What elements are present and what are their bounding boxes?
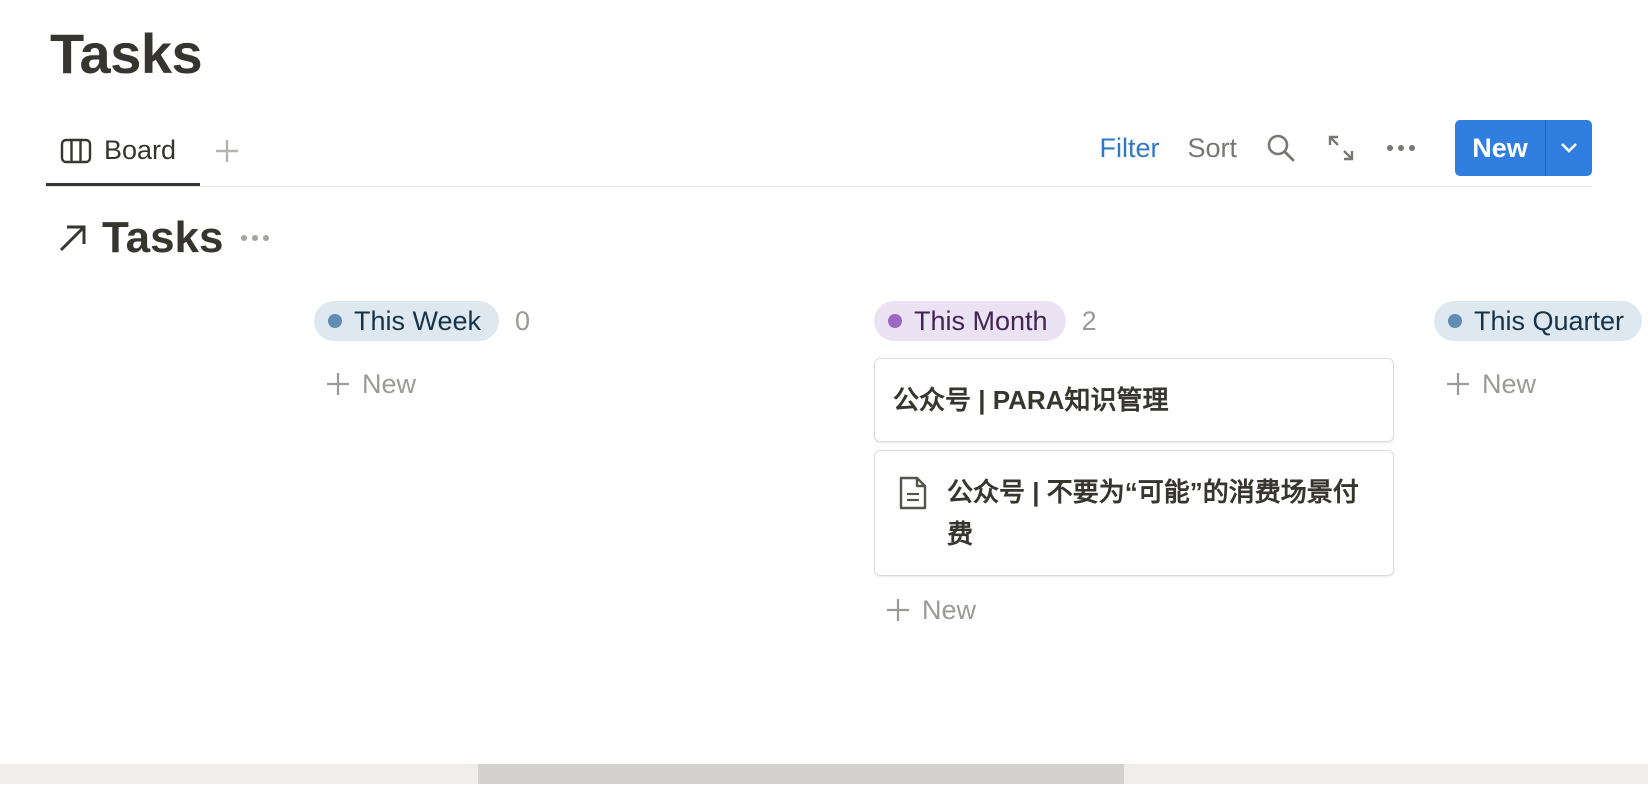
status-pill[interactable]: This Month bbox=[874, 301, 1066, 341]
column-header: This Month 2 bbox=[874, 300, 1394, 342]
board-card[interactable]: 公众号 | PARA知识管理 bbox=[874, 358, 1394, 442]
plus-icon bbox=[327, 373, 349, 395]
expand-button[interactable] bbox=[1325, 132, 1357, 164]
view-toolbar: Filter Sort New bbox=[1099, 120, 1592, 176]
sort-button[interactable]: Sort bbox=[1187, 133, 1237, 164]
status-pill[interactable]: This Quarter bbox=[1434, 301, 1643, 341]
new-button-group: New bbox=[1455, 120, 1592, 176]
column-label: This Quarter bbox=[1474, 305, 1625, 336]
new-dropdown-button[interactable] bbox=[1545, 120, 1592, 176]
column-label: This Month bbox=[914, 305, 1048, 336]
plus-icon bbox=[1447, 373, 1469, 395]
status-pill[interactable]: This Week bbox=[314, 301, 500, 341]
status-dot bbox=[328, 314, 342, 328]
linked-database-more-button[interactable] bbox=[240, 228, 274, 248]
plus-icon bbox=[887, 599, 909, 621]
chevron-down-icon bbox=[1561, 143, 1577, 153]
search-button[interactable] bbox=[1265, 132, 1297, 164]
board-column-this-quarter: This Quarter New bbox=[1434, 300, 1648, 404]
new-card-button[interactable]: New bbox=[1434, 364, 1648, 404]
new-card-label: New bbox=[362, 368, 417, 399]
tab-board[interactable]: Board bbox=[46, 118, 200, 186]
horizontal-scrollbar[interactable] bbox=[0, 764, 1648, 784]
column-header: This Quarter bbox=[1434, 300, 1648, 342]
more-horizontal-icon bbox=[1387, 145, 1415, 151]
page-title: Tasks bbox=[50, 22, 203, 85]
card-list: 公众号 | PARA知识管理 公众号 | 不要为“可能”的消费场景付费 bbox=[874, 358, 1394, 576]
add-view-button[interactable] bbox=[210, 134, 244, 168]
document-icon bbox=[899, 476, 927, 510]
scrollbar-thumb[interactable] bbox=[478, 764, 1124, 784]
linked-database-title[interactable]: Tasks bbox=[102, 213, 224, 263]
search-icon bbox=[1267, 134, 1295, 162]
tab-board-label: Board bbox=[104, 135, 177, 165]
board-column-this-month: This Month 2 公众号 | PARA知识管理 公众号 | 不要为“可能… bbox=[874, 300, 1394, 630]
column-header: This Week 0 bbox=[314, 300, 530, 342]
new-card-button[interactable]: New bbox=[874, 590, 1394, 630]
column-label: This Week bbox=[354, 305, 482, 336]
linked-database-header: Tasks bbox=[56, 208, 274, 268]
filter-button[interactable]: Filter bbox=[1099, 133, 1159, 164]
plus-icon bbox=[216, 140, 238, 162]
card-title: 公众号 | PARA知识管理 bbox=[893, 385, 1169, 415]
arrow-up-right-icon bbox=[59, 225, 86, 252]
more-horizontal-icon bbox=[240, 235, 269, 241]
status-dot bbox=[1448, 314, 1462, 328]
column-count: 2 bbox=[1081, 305, 1097, 336]
new-card-label: New bbox=[922, 594, 977, 625]
card-title: 公众号 | 不要为“可能”的消费场景付费 bbox=[947, 477, 1359, 549]
new-card-button[interactable]: New bbox=[314, 364, 530, 404]
new-button[interactable]: New bbox=[1455, 120, 1545, 176]
view-bar: Board Filter Sort New bbox=[46, 118, 1592, 187]
board-column-this-week: This Week 0 New bbox=[314, 300, 530, 404]
board-icon bbox=[60, 138, 92, 163]
status-dot bbox=[888, 314, 902, 328]
board-card[interactable]: 公众号 | 不要为“可能”的消费场景付费 bbox=[874, 450, 1394, 576]
new-card-label: New bbox=[1482, 368, 1537, 399]
more-options-button[interactable] bbox=[1385, 132, 1417, 164]
expand-icon bbox=[1328, 135, 1354, 161]
column-count: 0 bbox=[515, 305, 531, 336]
